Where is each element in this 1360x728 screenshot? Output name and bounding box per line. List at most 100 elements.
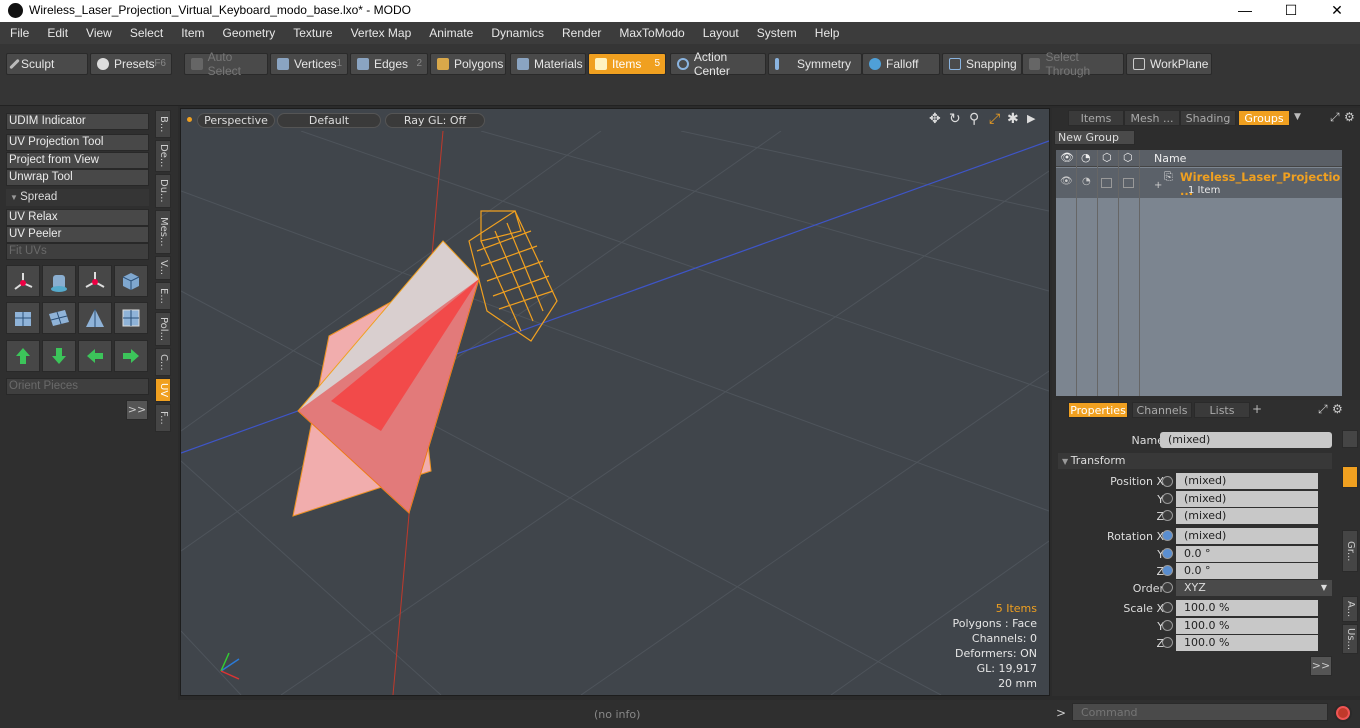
new-group-button[interactable]: New Group [1054,130,1135,145]
rotate-view-icon[interactable]: ↻ [949,111,961,127]
position-y-field[interactable]: (mixed) [1176,491,1318,507]
scale-x-field[interactable]: 100.0 % [1176,600,1318,616]
uv-planar-button[interactable] [78,302,112,334]
items-button[interactable]: Items 5 [588,53,666,75]
align-right-button[interactable] [114,340,148,372]
menu-geometry[interactable]: Geometry [213,26,284,40]
rotation-x-field[interactable]: (mixed) [1176,528,1318,544]
name-field[interactable]: (mixed) [1160,432,1332,448]
position-z-field[interactable]: (mixed) [1176,508,1318,524]
props-side-menu[interactable] [1342,430,1358,448]
scale-z-key[interactable] [1162,637,1173,648]
menu-item[interactable]: Item [171,26,212,40]
uv-peeler-button[interactable]: UV Peeler [6,226,149,243]
viewport-menu-dot[interactable] [187,117,192,122]
uv-atlas-button[interactable] [114,302,148,334]
menu-dynamics[interactable]: Dynamics [481,26,552,40]
expand-right-icon[interactable]: ▶ [1027,112,1035,125]
command-input[interactable] [1072,703,1328,721]
snapping-button[interactable]: Snapping [942,53,1022,75]
sculpt-button[interactable]: Sculpt [6,53,88,75]
maximize-view-icon[interactable]: ⤢ [989,111,1000,127]
row-eye-icon[interactable]: 👁 [1060,176,1073,187]
spread-section[interactable]: ▼ Spread [6,189,149,206]
scale-x-key[interactable] [1162,602,1173,613]
transform-section[interactable]: ▼ Transform [1058,453,1332,469]
render-icon[interactable]: ◔ [1081,151,1091,164]
tab-lists[interactable]: Lists [1194,402,1250,418]
maximize-button[interactable]: ☐ [1268,0,1314,22]
position-y-key[interactable] [1162,493,1173,504]
row-render-icon[interactable]: ◔ [1082,176,1091,187]
expand-plus-icon[interactable]: + [1154,180,1162,191]
row-select-checkbox[interactable] [1123,178,1134,188]
align-left-button[interactable] [78,340,112,372]
uv-box-tool-button[interactable] [114,265,148,297]
menu-animate[interactable]: Animate [419,26,481,40]
vtab-curve[interactable]: C... [155,348,171,376]
view-type-dropdown[interactable]: Perspective [197,113,275,128]
uv-transform-tool-button[interactable] [6,265,40,297]
uv-projection-tool-button[interactable]: UV Projection Tool [6,134,149,151]
position-z-key[interactable] [1162,510,1173,521]
vtab-basic[interactable]: B... [155,110,171,138]
vertices-button[interactable]: Vertices 1 [270,53,348,75]
vtab-mesh[interactable]: Mes... [155,210,171,254]
scale-y-key[interactable] [1162,620,1173,631]
rotation-y-field[interactable]: 0.0 ° [1176,546,1318,562]
add-tab-button[interactable]: + [1252,402,1262,416]
shading-dropdown[interactable]: Default [277,113,381,128]
vtab-polygon[interactable]: Pol... [155,312,171,346]
vtab-duplicate[interactable]: Du... [155,174,171,208]
menu-select[interactable]: Select [120,26,171,40]
menu-system[interactable]: System [747,26,805,40]
uv-grid-button[interactable] [42,302,76,334]
3d-viewport[interactable]: Perspective Default Ray GL: Off ✥ ↻ ⚲ ⤢ … [180,108,1050,696]
close-button[interactable]: ✕ [1314,0,1360,22]
vtab-fusion[interactable]: F... [155,404,171,432]
uv-rotate-tool-button[interactable] [78,265,112,297]
properties-more-button[interactable]: >> [1310,656,1332,676]
materials-button[interactable]: Materials [510,53,586,75]
vtab-edge[interactable]: E... [155,282,171,310]
more-tools-button[interactable]: >> [126,400,148,420]
align-up-button[interactable] [6,340,40,372]
tab-properties[interactable]: Properties [1068,402,1128,418]
align-down-button[interactable] [42,340,76,372]
auto-select-button[interactable]: Auto Select [184,50,268,78]
tab-dropdown-icon[interactable]: ▼ [1294,112,1301,122]
menu-view[interactable]: View [76,26,120,40]
props-gear-icon[interactable]: ⚙ [1332,402,1343,416]
lock-cube-icon[interactable]: ⬡ [1102,151,1112,164]
record-macro-icon[interactable] [1334,704,1352,722]
raygl-dropdown[interactable]: Ray GL: Off [385,113,485,128]
fit-uvs-button[interactable]: Fit UVs [6,243,149,260]
order-key[interactable] [1162,582,1173,593]
falloff-button[interactable]: Falloff [862,53,940,75]
symmetry-button[interactable]: Symmetry [768,53,862,75]
menu-edit[interactable]: Edit [37,26,76,40]
props-side-active[interactable] [1342,466,1358,488]
order-dropdown[interactable]: XYZ ▼ [1176,580,1332,596]
uv-cylinder-tool-button[interactable] [42,265,76,297]
rotation-y-key[interactable] [1162,548,1173,559]
presets-button[interactable]: Presets F6 [90,53,172,75]
view-settings-gear-icon[interactable]: ✱ [1007,111,1019,127]
zoom-icon[interactable]: ⚲ [969,111,979,127]
props-side-tab-us[interactable]: Us... [1342,624,1358,654]
position-x-key[interactable] [1162,476,1173,487]
props-expand-icon[interactable]: ⤢ [1318,402,1328,417]
project-from-view-button[interactable]: Project from View [6,152,149,169]
rotation-z-key[interactable] [1162,565,1173,576]
scale-y-field[interactable]: 100.0 % [1176,618,1318,634]
scale-z-field[interactable]: 100.0 % [1176,635,1318,651]
tab-items[interactable]: Items [1068,110,1124,126]
props-side-tab-gr[interactable]: Gr... [1342,530,1358,572]
rotation-z-field[interactable]: 0.0 ° [1176,563,1318,579]
row-lock-checkbox[interactable] [1101,178,1112,188]
workplane-button[interactable]: WorkPlane [1126,53,1212,75]
orient-pieces-button[interactable]: Orient Pieces [6,378,149,395]
select-cube-icon[interactable]: ⬡ [1123,151,1133,164]
vtab-uv[interactable]: UV [155,378,171,402]
tab-shading[interactable]: Shading [1180,110,1236,126]
